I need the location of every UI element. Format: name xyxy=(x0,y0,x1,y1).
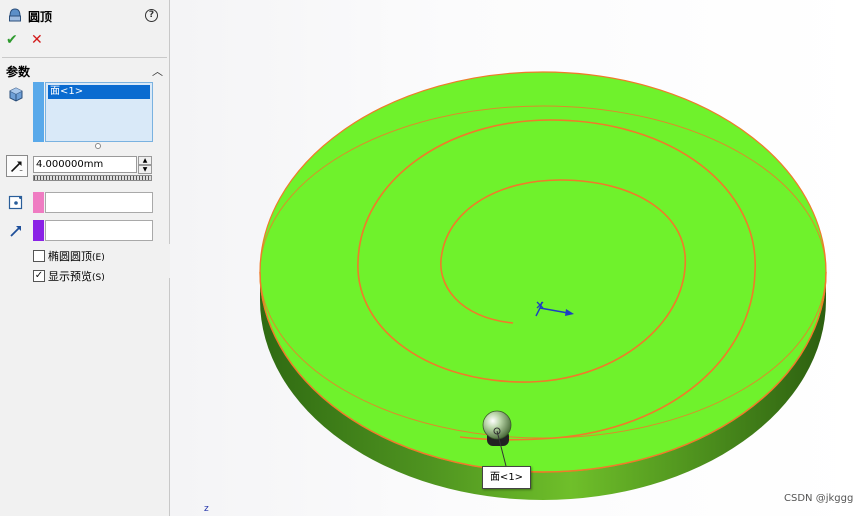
constrain-point-field[interactable] xyxy=(45,192,153,213)
ok-button[interactable]: ✔ xyxy=(6,32,18,48)
direction-field[interactable] xyxy=(45,220,153,241)
face-selection-icon xyxy=(9,87,23,102)
elliptical-dome-checkbox[interactable] xyxy=(33,250,45,262)
selection-color-strip xyxy=(33,82,44,142)
parameters-section-title: 参数 xyxy=(6,65,31,79)
show-preview-checkbox[interactable]: ✓ xyxy=(33,270,45,282)
collapse-chevron-icon[interactable]: ︿ xyxy=(152,63,163,79)
distance-icon[interactable] xyxy=(6,155,28,177)
faces-selection-box[interactable]: 面<1> xyxy=(45,82,153,142)
distance-thumbwheel[interactable] xyxy=(33,175,152,181)
disk-top-face[interactable] xyxy=(259,71,827,473)
model-scene xyxy=(259,71,827,500)
show-preview-option[interactable]: ✓ 显示预览(S) xyxy=(33,269,105,283)
z-axis-label: z xyxy=(204,504,209,514)
direction-arrow-icon[interactable] xyxy=(9,224,23,238)
distance-input[interactable] xyxy=(33,156,137,173)
dome-feature-icon xyxy=(9,8,21,22)
constrain-point-icon[interactable] xyxy=(8,194,24,210)
help-icon[interactable]: ? xyxy=(145,9,158,22)
list-resize-handle[interactable] xyxy=(95,143,101,149)
panel-title-row: 圆顶 ? xyxy=(0,0,169,30)
face-callout-label[interactable]: 面<1> xyxy=(482,466,531,489)
constrain-color-strip xyxy=(33,192,44,213)
direction-color-strip xyxy=(33,220,44,241)
spin-down-button[interactable]: ▼ xyxy=(138,165,152,174)
elliptical-dome-label: 椭圆圆顶(E) xyxy=(48,250,105,263)
spin-up-button[interactable]: ▲ xyxy=(138,156,152,165)
property-manager-panel: 圆顶 ? ✔ ✕ 参数 ︿ 面<1> ▲ ▼ 椭圆圆顶(E) ✓ xyxy=(0,0,170,516)
cancel-button[interactable]: ✕ xyxy=(31,32,43,48)
panel-title: 圆顶 xyxy=(28,10,53,24)
watermark-text: CSDN @jkggg xyxy=(784,493,854,504)
show-preview-label: 显示预览(S) xyxy=(48,270,105,283)
elliptical-dome-option[interactable]: 椭圆圆顶(E) xyxy=(33,249,105,263)
separator xyxy=(2,57,167,58)
selected-face-item[interactable]: 面<1> xyxy=(48,85,150,99)
graphics-viewport[interactable]: 面<1> z CSDN @jkggg xyxy=(170,0,865,516)
